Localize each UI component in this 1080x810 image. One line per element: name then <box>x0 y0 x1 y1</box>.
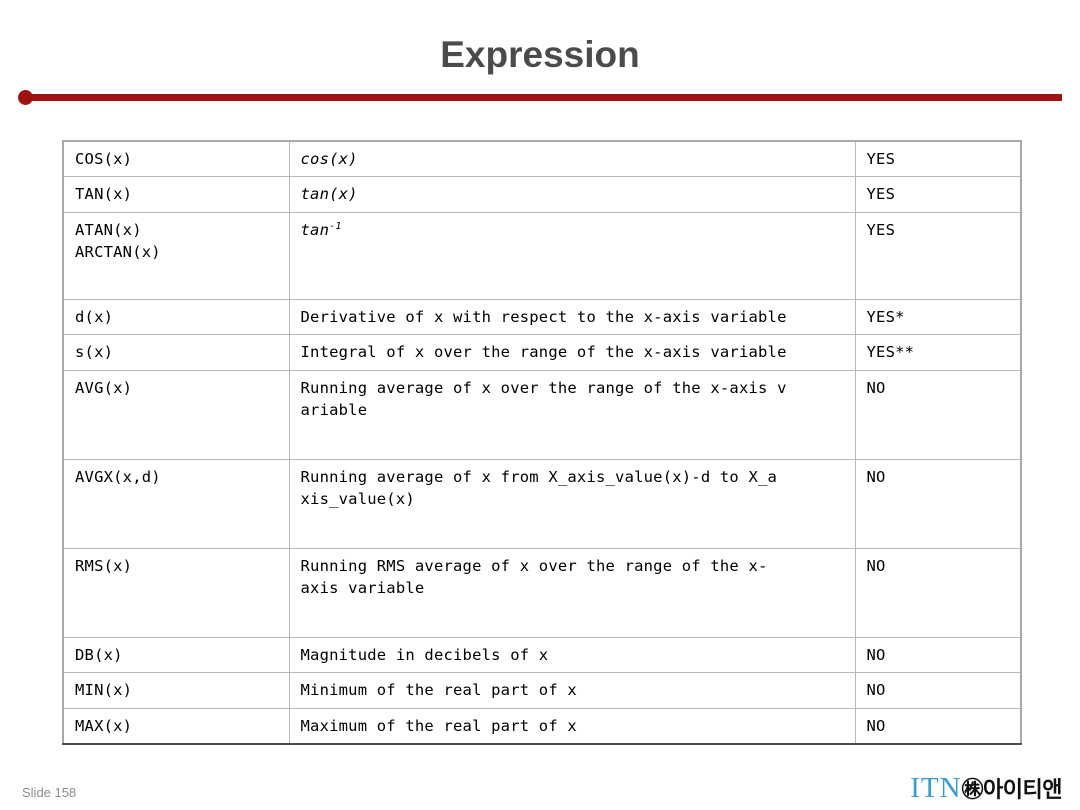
table-row: MAX(x) Maximum of the real part of x NO <box>62 707 1022 745</box>
table-row: MIN(x) Minimum of the real part of x NO <box>62 672 1022 709</box>
table-row: d(x) Derivative of x with respect to the… <box>62 298 1022 336</box>
logo-latin-text: ITN <box>910 772 962 804</box>
cell-plottable: YES <box>854 211 1022 300</box>
cell-description-base: tan <box>300 220 330 239</box>
cell-plottable: YES <box>854 176 1022 213</box>
cell-description: Integral of x over the range of the x-ax… <box>288 334 856 371</box>
cell-description-line1: Running RMS average of x over the range … <box>300 556 768 575</box>
title-divider <box>0 88 1080 108</box>
cell-description: Derivative of x with respect to the x-ax… <box>288 298 856 336</box>
cell-function-name: MIN(x) <box>62 672 290 709</box>
slide-number: Slide 158 <box>22 785 77 800</box>
cell-description: Running average of x over the range of t… <box>288 369 856 460</box>
cell-description-line2: xis_value(x) <box>300 490 415 509</box>
company-logo: ITN㊑아이티앤 <box>910 772 1062 805</box>
table-row: COS(x) cos(x) YES <box>62 140 1022 178</box>
cell-function-name: AVG(x) <box>62 369 290 460</box>
table-row: AVGX(x,d) Running average of x from X_ax… <box>62 458 1022 549</box>
divider-line <box>22 94 1062 101</box>
cell-description-line2: ariable <box>300 401 368 420</box>
cell-description: Maximum of the real part of x <box>288 707 856 745</box>
cell-description-line1: Running average of x from X_axis_value(x… <box>300 467 778 486</box>
cell-function-name: ATAN(x) ARCTAN(x) <box>62 211 290 300</box>
cell-plottable: NO <box>854 547 1022 638</box>
cell-description: Running average of x from X_axis_value(x… <box>288 458 856 549</box>
cell-function-name-line1: ATAN(x) <box>75 220 142 239</box>
cell-plottable: NO <box>854 672 1022 709</box>
cell-function-name: s(x) <box>62 334 290 371</box>
table-row: s(x) Integral of x over the range of the… <box>62 334 1022 371</box>
table-row: DB(x) Magnitude in decibels of x NO <box>62 636 1022 674</box>
table-row: AVG(x) Running average of x over the ran… <box>62 369 1022 460</box>
logo-korean-text: ㊑아이티앤 <box>961 778 1063 803</box>
cell-plottable: NO <box>854 636 1022 674</box>
expression-table: COS(x) cos(x) YES TAN(x) tan(x) YES ATAN… <box>62 140 1022 746</box>
cell-plottable: YES <box>854 140 1022 178</box>
cell-plottable: YES* <box>854 298 1022 336</box>
cell-plottable: NO <box>854 707 1022 745</box>
cell-function-name: DB(x) <box>62 636 290 674</box>
page-title: Expression <box>440 34 640 75</box>
cell-description-line1: Running average of x over the range of t… <box>300 378 787 397</box>
table-row: ATAN(x) ARCTAN(x) tan-1 YES <box>62 211 1022 300</box>
cell-plottable: NO <box>854 458 1022 549</box>
cell-description: cos(x) <box>288 140 856 178</box>
cell-description: Minimum of the real part of x <box>288 672 856 709</box>
cell-function-name: RMS(x) <box>62 547 290 638</box>
cell-description-superscript: -1 <box>329 220 342 232</box>
cell-function-name: d(x) <box>62 298 290 336</box>
cell-function-name: MAX(x) <box>62 707 290 745</box>
cell-function-name: AVGX(x,d) <box>62 458 290 549</box>
cell-description: Magnitude in decibels of x <box>288 636 856 674</box>
cell-description-line2: axis variable <box>300 579 425 598</box>
divider-bullet-icon <box>18 90 33 105</box>
cell-plottable: YES** <box>854 334 1022 371</box>
table-row: RMS(x) Running RMS average of x over the… <box>62 547 1022 638</box>
cell-description: tan(x) <box>288 176 856 213</box>
cell-plottable: NO <box>854 369 1022 460</box>
table-row: TAN(x) tan(x) YES <box>62 176 1022 213</box>
cell-function-name: COS(x) <box>62 140 290 178</box>
cell-function-name: TAN(x) <box>62 176 290 213</box>
cell-function-name-line2: ARCTAN(x) <box>75 243 161 262</box>
cell-description: Running RMS average of x over the range … <box>288 547 856 638</box>
cell-description: tan-1 <box>288 211 856 300</box>
